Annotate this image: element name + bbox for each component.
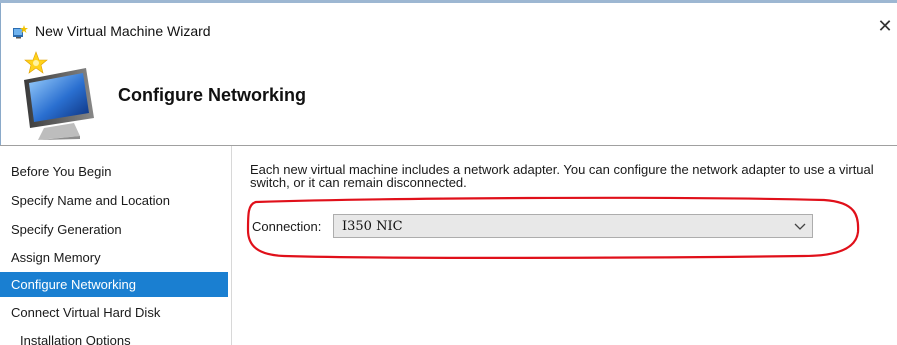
wizard-steps-sidebar: Before You Begin Specify Name and Locati… [0,146,232,345]
connection-label: Connection: [252,219,322,234]
wizard-window: New Virtual Machine Wizard ✕ Configure N… [0,0,897,345]
monitor-with-star-icon [24,51,94,140]
close-icon[interactable]: ✕ [876,16,894,36]
hyper-v-wizard-icon [13,25,28,39]
sidebar-item-assign-memory[interactable]: Assign Memory [0,245,228,270]
connection-selected-value: I350 NIC [342,219,403,234]
networking-description: Each new virtual machine includes a netw… [250,162,874,190]
sidebar-item-configure-networking[interactable]: Configure Networking [0,272,228,297]
page-title: Configure Networking [118,85,306,105]
connection-dropdown[interactable]: I350 NIC [333,214,813,238]
sidebar-item-specify-name-and-location[interactable]: Specify Name and Location [0,188,228,213]
sidebar-item-specify-generation[interactable]: Specify Generation [0,217,228,242]
sidebar-item-installation-options[interactable]: Installation Options [0,328,228,345]
sidebar-item-before-you-begin[interactable]: Before You Begin [0,159,228,184]
sidebar-item-connect-virtual-hard-disk[interactable]: Connect Virtual Hard Disk [0,300,228,325]
window-title: New Virtual Machine Wizard [35,23,211,39]
title-bar[interactable]: New Virtual Machine Wizard [0,3,897,43]
chevron-down-icon[interactable] [794,221,806,231]
